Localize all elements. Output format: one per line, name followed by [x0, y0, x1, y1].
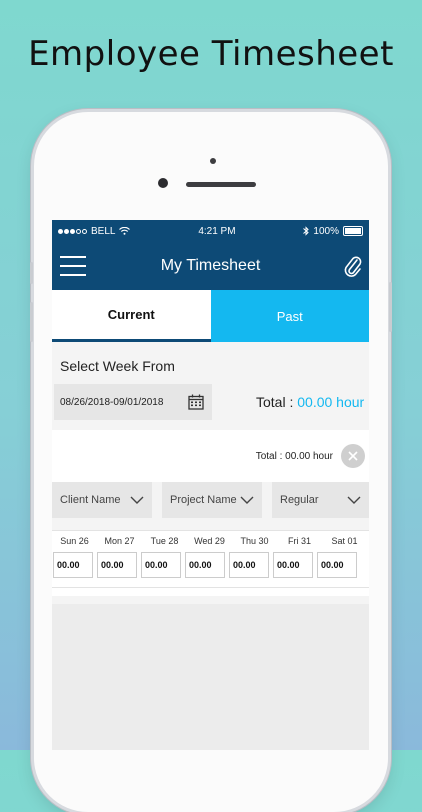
hours-input-sun[interactable]: 00.00 — [53, 552, 93, 578]
week-total-label: Total : — [256, 394, 298, 410]
week-row: 08/26/2018-09/01/2018 Total : 00.00 hour — [52, 382, 369, 422]
battery-percent: 100% — [313, 225, 339, 237]
day-label: Thu 30 — [240, 536, 269, 546]
day-label: Sat 01 — [331, 536, 358, 546]
bluetooth-icon — [303, 226, 310, 236]
hours-input-tue[interactable]: 00.00 — [141, 552, 181, 578]
divider — [52, 587, 369, 596]
hours-input-wed[interactable]: 00.00 — [185, 552, 225, 578]
app-screen: BELL 4:21 PM 100% My Timesheet Current P… — [52, 220, 369, 750]
day-label: Tue 28 — [150, 536, 179, 546]
battery-icon — [342, 226, 363, 236]
chevron-down-icon — [347, 496, 361, 504]
entry-selectors: Client Name Project Name Regular — [52, 482, 369, 520]
speaker — [186, 182, 256, 187]
close-icon — [348, 451, 358, 461]
week-total-value: 00.00 hour — [297, 394, 365, 410]
page-title: My Timesheet — [160, 257, 261, 274]
clock: 4:21 PM — [198, 225, 236, 237]
entry-header: Total : 00.00 hour — [52, 430, 369, 482]
carrier: BELL — [91, 225, 116, 237]
hamburger-menu-icon[interactable] — [60, 256, 86, 276]
client-select[interactable]: Client Name — [52, 482, 152, 518]
headline: Employee Timesheet — [28, 34, 394, 74]
sensor — [210, 158, 216, 164]
status-bar: BELL 4:21 PM 100% — [52, 220, 369, 242]
client-select-value: Client Name — [60, 494, 121, 506]
day-label: Sun 26 — [60, 536, 89, 546]
week-total: Total : 00.00 hour — [256, 394, 364, 410]
hours-type-select-value: Regular — [280, 494, 319, 506]
tab-current[interactable]: Current — [52, 290, 211, 342]
chevron-down-icon — [130, 496, 144, 504]
week-range: 08/26/2018-09/01/2018 — [60, 396, 164, 408]
week-date-picker[interactable]: 08/26/2018-09/01/2018 — [54, 384, 212, 420]
hours-input-fri[interactable]: 00.00 — [273, 552, 313, 578]
remove-entry-button[interactable] — [341, 444, 365, 468]
day-label: Mon 27 — [104, 536, 135, 546]
calendar-icon[interactable] — [188, 394, 204, 410]
project-select[interactable]: Project Name — [162, 482, 262, 518]
day-label: Wed 29 — [194, 536, 225, 546]
hours-input-thu[interactable]: 00.00 — [229, 552, 269, 578]
paperclip-icon[interactable] — [343, 254, 363, 278]
select-week-label: Select Week From — [60, 358, 175, 374]
entry-total: Total : 00.00 hour — [255, 450, 333, 462]
camera — [158, 178, 168, 188]
daily-hours: Sun 26 Mon 27 Tue 28 Wed 29 Thu 30 Fri 3… — [52, 530, 369, 587]
chevron-down-icon — [240, 496, 254, 504]
day-label: Fri 31 — [287, 536, 311, 546]
hours-type-select[interactable]: Regular — [272, 482, 369, 518]
tab-past[interactable]: Past — [210, 290, 369, 342]
empty-area — [52, 604, 369, 750]
hours-input-mon[interactable]: 00.00 — [97, 552, 137, 578]
hour-inputs: 00.00 00.00 00.00 00.00 00.00 00.00 00.0… — [52, 546, 369, 578]
signal-icon — [58, 228, 87, 234]
day-labels: Sun 26 Mon 27 Tue 28 Wed 29 Thu 30 Fri 3… — [52, 531, 369, 546]
nav-bar: My Timesheet — [52, 242, 369, 290]
hours-input-sat[interactable]: 00.00 — [317, 552, 357, 578]
tab-bar: Current Past — [52, 290, 369, 342]
project-select-value: Project Name — [170, 494, 237, 506]
wifi-icon — [119, 227, 131, 235]
